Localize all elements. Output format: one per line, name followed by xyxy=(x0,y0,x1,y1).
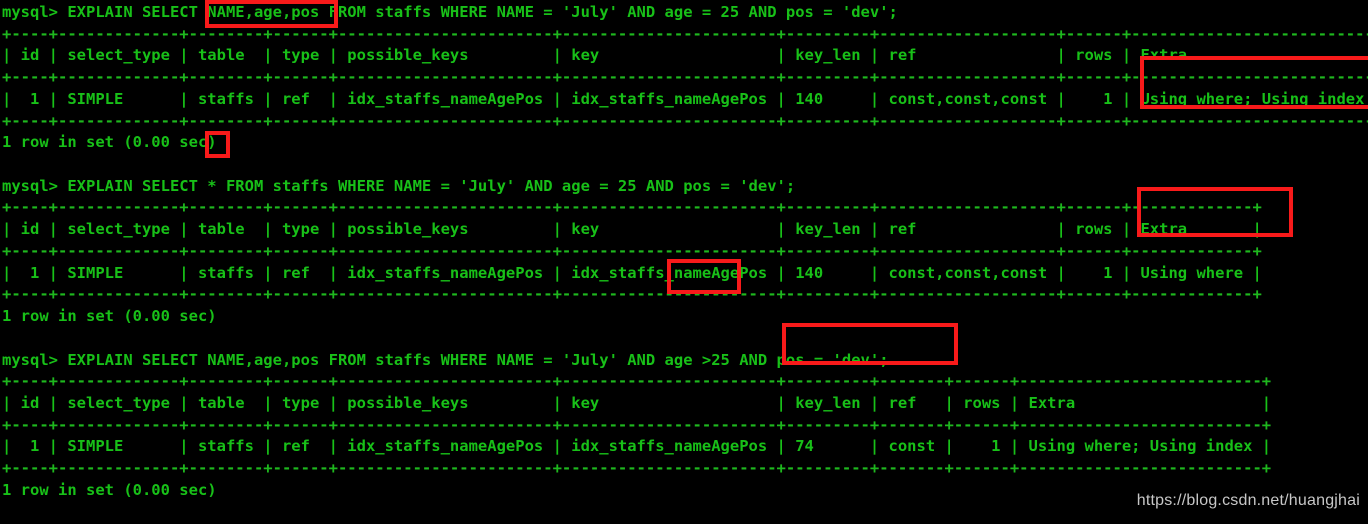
sql-command-line: mysql> EXPLAIN SELECT NAME,age,pos FROM … xyxy=(2,350,889,369)
watermark-url: https://blog.csdn.net/huangjhai xyxy=(1136,492,1360,509)
table-header-row: | id | select_type | table | type | poss… xyxy=(2,393,1272,412)
table-data-row: | 1 | SIMPLE | staffs | ref | idx_staffs… xyxy=(2,263,1262,282)
terminal-window: mysql> EXPLAIN SELECT NAME,age,pos FROM … xyxy=(0,0,1368,524)
table-separator: +----+-------------+--------+------+----… xyxy=(2,285,1262,304)
table-data-row: | 1 | SIMPLE | staffs | ref | idx_staffs… xyxy=(2,437,1272,456)
result-status-line: 1 row in set (0.00 sec) xyxy=(2,133,217,152)
table-separator: +----+-------------+--------+------+----… xyxy=(2,198,1262,217)
table-separator: +----+-------------+--------+------+----… xyxy=(2,24,1368,43)
table-separator: +----+-------------+--------+------+----… xyxy=(2,68,1368,87)
result-status-line: 1 row in set (0.00 sec) xyxy=(2,480,217,499)
table-data-row: | 1 | SIMPLE | staffs | ref | idx_staffs… xyxy=(2,89,1368,108)
table-separator: +----+-------------+--------+------+----… xyxy=(2,111,1368,130)
table-header-row: | id | select_type | table | type | poss… xyxy=(2,46,1368,65)
table-separator: +----+-------------+--------+------+----… xyxy=(2,459,1272,478)
table-header-row: | id | select_type | table | type | poss… xyxy=(2,220,1262,239)
sql-command-line: mysql> EXPLAIN SELECT * FROM staffs WHER… xyxy=(2,176,796,195)
sql-command-line: mysql> EXPLAIN SELECT NAME,age,pos FROM … xyxy=(2,3,898,21)
table-separator: +----+-------------+--------+------+----… xyxy=(2,415,1272,434)
table-separator: +----+-------------+--------+------+----… xyxy=(2,241,1262,260)
result-status-line: 1 row in set (0.00 sec) xyxy=(2,307,217,326)
table-separator: +----+-------------+--------+------+----… xyxy=(2,372,1272,391)
